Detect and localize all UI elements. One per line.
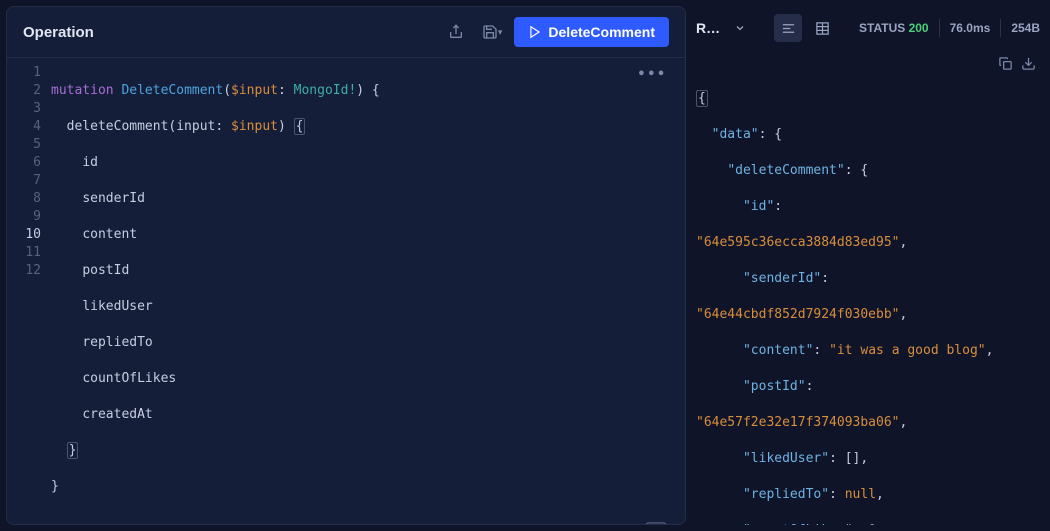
status-code: 200: [909, 21, 929, 35]
response-body[interactable]: { "data": { "deleteComment": { "id": "64…: [696, 50, 1040, 525]
table-view-icon[interactable]: [808, 14, 836, 42]
response-time: 76.0ms: [950, 21, 991, 35]
response-dropdown-icon[interactable]: [726, 14, 754, 42]
response-panel: R… STATUS 200 76.0ms 254B { "data": { "d…: [692, 0, 1050, 531]
response-size: 254B: [1011, 21, 1040, 35]
share-icon[interactable]: [442, 18, 470, 46]
status-label: STATUS: [859, 21, 905, 35]
operation-code[interactable]: mutation DeleteComment($input: MongoId!)…: [51, 64, 685, 525]
line-gutter: 1 2 3 4 5 6 7 8 9 10 11 12: [7, 64, 51, 525]
keyboard-icon[interactable]: [582, 504, 667, 525]
copy-icon[interactable]: [998, 56, 1013, 77]
operation-title: Operation: [23, 24, 436, 41]
run-button[interactable]: DeleteComment: [514, 17, 669, 47]
save-dropdown-icon[interactable]: ▾: [498, 27, 507, 38]
run-label: DeleteComment: [548, 24, 655, 40]
response-title: R…: [696, 20, 720, 36]
download-icon[interactable]: [1021, 56, 1036, 77]
response-header: R… STATUS 200 76.0ms 254B: [696, 6, 1040, 50]
more-icon[interactable]: •••: [638, 66, 667, 84]
status-group: STATUS 200 76.0ms 254B: [859, 19, 1040, 37]
json-view-icon[interactable]: [774, 14, 802, 42]
operation-editor[interactable]: 1 2 3 4 5 6 7 8 9 10 11 12 mutation Dele…: [7, 58, 685, 525]
operation-panel: Operation ▾ DeleteComment 1 2 3 4 5 6 7 …: [6, 6, 686, 525]
operation-header: Operation ▾ DeleteComment: [7, 7, 685, 58]
